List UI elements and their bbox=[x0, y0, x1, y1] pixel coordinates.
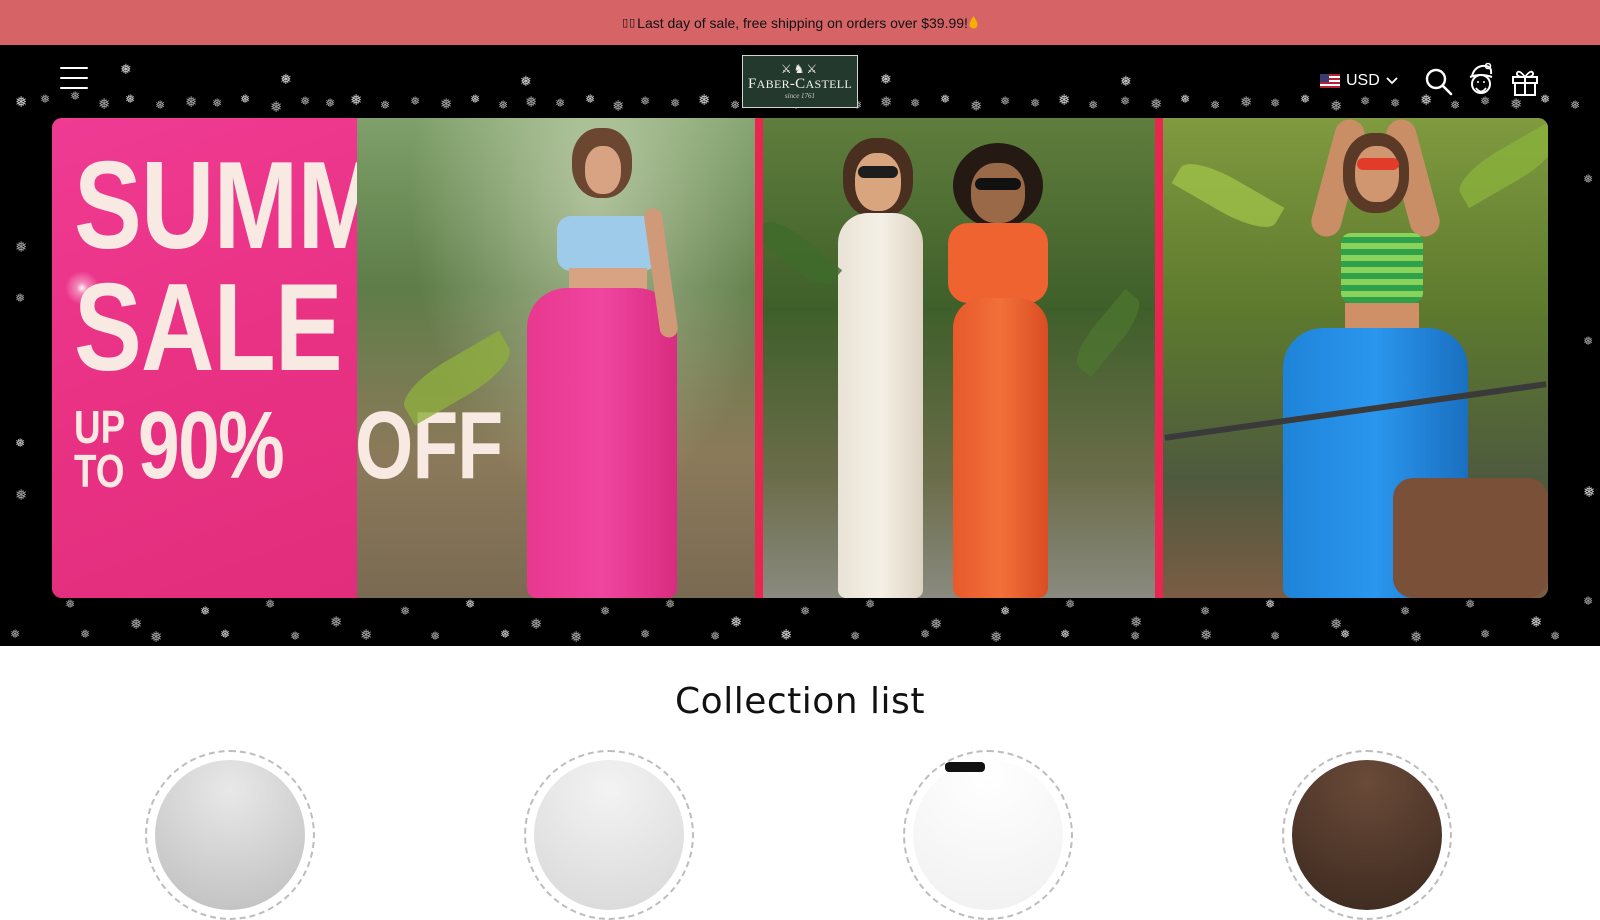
search-icon bbox=[1425, 68, 1453, 96]
announcement-prefix: ▯▯ bbox=[622, 16, 637, 29]
snowflake-decoration: ❅ bbox=[465, 597, 476, 611]
snowflake-decoration: ❅ bbox=[920, 627, 931, 641]
snowflake-decoration: ❅ bbox=[530, 615, 543, 633]
collection-item[interactable] bbox=[145, 750, 315, 920]
model-photo-2 bbox=[763, 118, 1155, 598]
banner-headline-line2: SALE bbox=[74, 259, 343, 397]
snowflake-decoration: ❅ bbox=[1410, 628, 1423, 646]
snowflake-decoration: ❅ bbox=[1480, 627, 1491, 641]
panel-divider bbox=[1155, 118, 1163, 598]
snowflake-decoration: ❅ bbox=[1265, 597, 1276, 611]
snowflake-decoration: ❅ bbox=[400, 604, 411, 618]
gift-icon bbox=[1512, 70, 1538, 96]
snowflake-decoration: ❅ bbox=[80, 627, 91, 641]
snowflake-decoration: ❅ bbox=[1270, 629, 1281, 643]
snowflake-decoration: ❅ bbox=[850, 629, 861, 643]
snowflake-decoration: ❅ bbox=[15, 436, 26, 450]
chevron-down-icon bbox=[1386, 77, 1398, 85]
summer-sale-banner[interactable]: SUMMER SALE UP TO 90% OFF bbox=[52, 118, 1548, 598]
snowflake-decoration: ❅ bbox=[130, 615, 143, 633]
snowflake-decoration: ❅ bbox=[1583, 172, 1594, 186]
snowflake-decoration: ❅ bbox=[710, 629, 721, 643]
snowflake-decoration: ❅ bbox=[150, 628, 163, 646]
snowflake-decoration: ❅ bbox=[1583, 594, 1594, 608]
collection-item[interactable] bbox=[524, 750, 694, 920]
snowflake-decoration: ❅ bbox=[290, 629, 301, 643]
hamburger-menu-button[interactable] bbox=[60, 67, 88, 91]
snowflake-decoration: ❅ bbox=[220, 627, 231, 641]
snowflake-decoration: ❅ bbox=[1583, 483, 1596, 501]
model-photo-1: OFF bbox=[357, 118, 755, 598]
snowflake-decoration: ❅ bbox=[1200, 604, 1211, 618]
banner-headline-line1: SUMMER bbox=[74, 137, 357, 275]
snowflake-decoration: ❅ bbox=[10, 627, 21, 641]
snowflake-decoration: ❅ bbox=[15, 238, 28, 256]
snowflake-decoration: ❅ bbox=[1130, 629, 1141, 643]
collection-item[interactable] bbox=[903, 750, 1073, 920]
announcement-text: Last day of sale, free shipping on order… bbox=[637, 14, 968, 31]
santa-face-icon bbox=[1469, 62, 1493, 94]
search-button[interactable] bbox=[1424, 67, 1454, 102]
snowflake-decoration: ❅ bbox=[360, 626, 373, 644]
snowflake-decoration: ❅ bbox=[1550, 629, 1561, 643]
snowflake-decoration: ❅ bbox=[15, 291, 26, 305]
banner-up-to: UP TO bbox=[74, 401, 126, 497]
snowflake-decoration: ❅ bbox=[800, 604, 811, 618]
snowflake-decoration: ❅ bbox=[1583, 334, 1594, 348]
model-photo-3 bbox=[1163, 118, 1548, 598]
snowflake-decoration: ❅ bbox=[65, 597, 76, 611]
snowflake-decoration: ❅ bbox=[430, 629, 441, 643]
banner-discount-percent: 90% bbox=[138, 392, 285, 499]
snowflake-decoration: ❅ bbox=[1060, 627, 1071, 641]
drop-emoji-icon bbox=[969, 16, 978, 29]
snowflake-decoration: ❅ bbox=[1065, 597, 1076, 611]
snowflake-decoration: ❅ bbox=[500, 627, 511, 641]
gift-button[interactable] bbox=[1510, 67, 1540, 102]
collection-list-title: Collection list bbox=[675, 681, 925, 722]
snowflake-decoration: ❅ bbox=[990, 628, 1003, 646]
snowflake-decoration: ❅ bbox=[1000, 604, 1011, 618]
site-logo[interactable]: ⚔♞⚔ FABER-CASTELL since 1761 bbox=[742, 55, 858, 108]
snowflake-decoration: ❅ bbox=[665, 597, 676, 611]
snowflake-decoration: ❅ bbox=[640, 627, 651, 641]
logo-brand-text: FABER-CASTELL bbox=[748, 76, 852, 92]
sale-text-panel: SUMMER SALE UP TO 90% bbox=[52, 118, 357, 598]
snowflake-decoration: ❅ bbox=[1340, 627, 1351, 641]
announcement-bar: ▯▯ Last day of sale, free shipping on or… bbox=[0, 0, 1600, 45]
snowflake-decoration: ❅ bbox=[930, 615, 943, 633]
snowflake-decoration: ❅ bbox=[200, 604, 211, 618]
snowflake-decoration: ❅ bbox=[265, 597, 276, 611]
panel-divider bbox=[755, 118, 763, 598]
snowflake-decoration: ❅ bbox=[570, 628, 583, 646]
snowflake-decoration: ❅ bbox=[865, 597, 876, 611]
snowflake-decoration: ❅ bbox=[1530, 613, 1543, 631]
snowflake-decoration: ❅ bbox=[15, 486, 28, 504]
snowflake-decoration: ❅ bbox=[600, 604, 611, 618]
logo-since: since 1761 bbox=[784, 92, 816, 100]
snowflake-decoration: ❅ bbox=[330, 613, 343, 631]
us-flag-icon bbox=[1320, 74, 1340, 88]
site-header: ⚔♞⚔ FABER-CASTELL since 1761 USD bbox=[0, 45, 1600, 118]
snowflake-decoration: ❅ bbox=[730, 613, 743, 631]
snowflake-decoration: ❅ bbox=[1200, 626, 1213, 644]
snowflake-decoration: ❅ bbox=[780, 626, 793, 644]
snowflake-decoration: ❅ bbox=[1130, 613, 1143, 631]
snowflake-decoration: ❅ bbox=[1465, 597, 1476, 611]
currency-selector[interactable]: USD bbox=[1320, 72, 1398, 90]
currency-code: USD bbox=[1346, 72, 1380, 89]
account-button[interactable] bbox=[1466, 62, 1496, 103]
snowflake-decoration: ❅ bbox=[1400, 604, 1411, 618]
logo-knights-icon: ⚔♞⚔ bbox=[780, 62, 820, 76]
collection-item[interactable] bbox=[1282, 750, 1452, 920]
